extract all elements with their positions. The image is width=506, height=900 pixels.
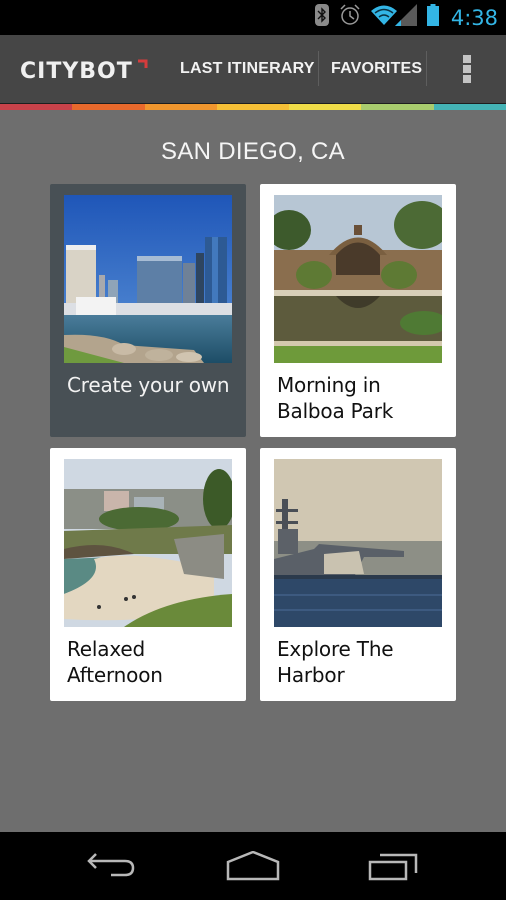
home-icon[interactable]: [218, 846, 288, 886]
recent-apps-icon[interactable]: [358, 846, 428, 886]
card-morning-in-balboa-park[interactable]: Morning in Balboa Park: [260, 184, 456, 437]
action-divider: [318, 51, 319, 86]
back-icon[interactable]: [77, 846, 147, 886]
citybot-logo[interactable]: CITYBOT: [20, 57, 148, 84]
color-strip: [0, 103, 506, 110]
battery-icon: [426, 4, 439, 31]
card-label: Morning in Balboa Park: [277, 373, 394, 423]
main-content: SAN DIEGO, CA Create your own Morning in…: [0, 110, 506, 832]
card-label: Create your own: [67, 373, 230, 397]
card-image-balboa-park: [274, 195, 442, 363]
card-image-beach: [64, 459, 232, 627]
cell-signal-icon: [394, 4, 417, 31]
system-nav-bar: [0, 832, 506, 900]
alarm-icon: [339, 4, 361, 31]
overflow-menu-icon[interactable]: [452, 51, 482, 87]
overflow-dot: [463, 75, 471, 83]
favorites-button[interactable]: FAVORITES: [331, 35, 422, 103]
wifi-icon: [370, 4, 397, 31]
card-create-your-own[interactable]: Create your own: [50, 184, 246, 437]
bluetooth-icon: [314, 4, 329, 31]
overflow-dot: [463, 55, 471, 63]
card-image-marina: [64, 195, 232, 363]
card-explore-the-harbor[interactable]: Explore The Harbor: [260, 448, 456, 701]
card-relaxed-afternoon[interactable]: Relaxed Afternoon: [50, 448, 246, 701]
overflow-dot: [463, 65, 471, 73]
status-icons: 4:38: [314, 0, 498, 35]
city-title: SAN DIEGO, CA: [161, 138, 345, 165]
action-divider: [426, 51, 427, 86]
status-time: 4:38: [450, 5, 498, 30]
card-image-harbor: [274, 459, 442, 627]
status-bar: 4:38: [0, 0, 506, 35]
action-bar: CITYBOT LAST ITINERARY FAVORITES: [0, 35, 506, 103]
logo-text: CITYBOT: [20, 59, 133, 83]
card-label: Relaxed Afternoon: [67, 637, 163, 687]
last-itinerary-button[interactable]: LAST ITINERARY: [180, 35, 315, 103]
card-label: Explore The Harbor: [277, 637, 394, 687]
